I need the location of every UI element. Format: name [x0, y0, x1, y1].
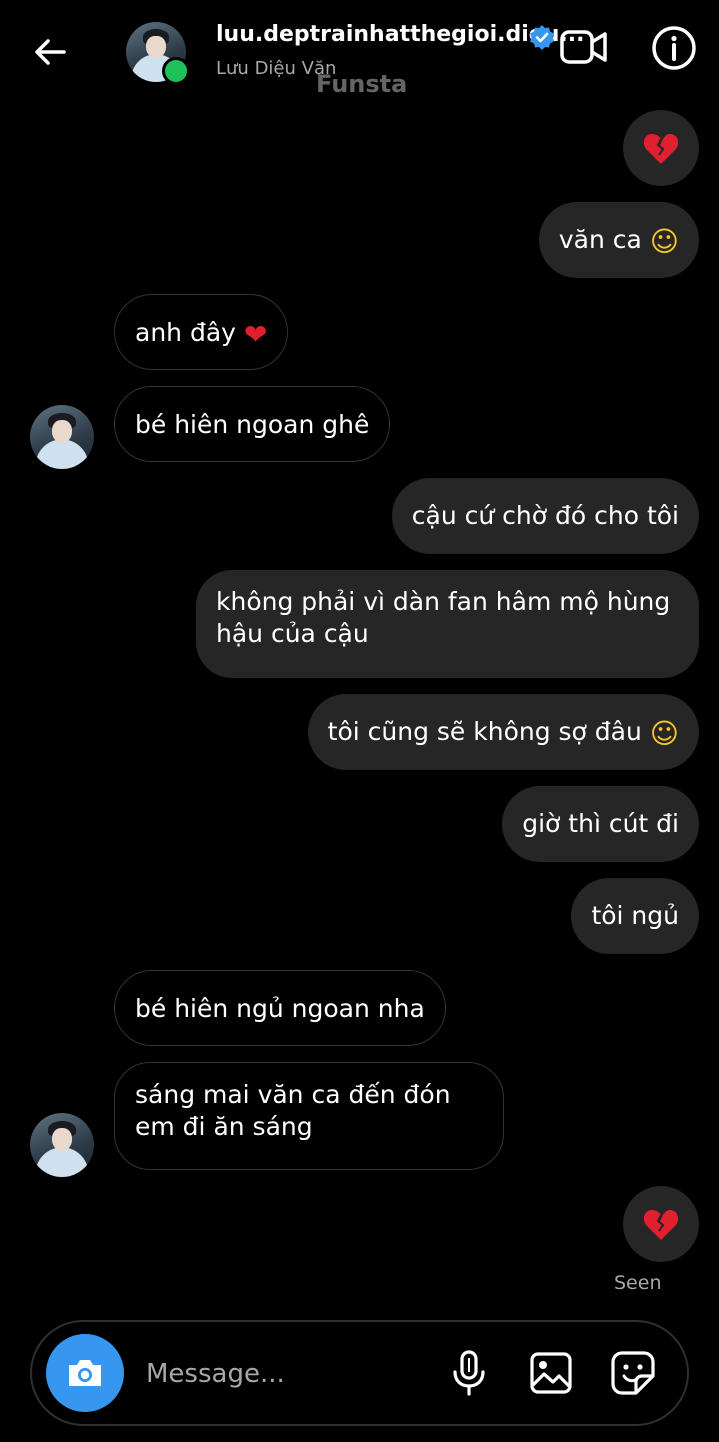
info-icon — [652, 26, 696, 70]
sender-avatar[interactable] — [30, 1113, 94, 1177]
message-bubble-outgoing[interactable]: cậu cứ chờ đó cho tôi — [391, 478, 699, 554]
message-input[interactable] — [144, 1350, 438, 1398]
video-call-button[interactable] — [558, 24, 610, 70]
message-text: anh đây — [135, 318, 236, 347]
sender-avatar[interactable] — [30, 405, 94, 469]
message-bubble-incoming[interactable]: bé hiên ngoan ghê — [114, 386, 391, 462]
video-camera-icon — [560, 30, 607, 64]
message-text: văn ca — [558, 225, 642, 254]
sticker-icon — [611, 1351, 655, 1395]
gallery-button[interactable] — [528, 1350, 574, 1396]
message-text: giờ thì cút đi — [522, 809, 679, 838]
message-bubble-incoming[interactable]: anh đây ❤ — [114, 294, 289, 370]
message-bubble-outgoing[interactable]: văn ca ☺ — [538, 202, 699, 278]
smile-emoji: ☺ — [649, 717, 679, 750]
message-bubble-outgoing[interactable]: tôi cũng sẽ không sợ đâu ☺ — [307, 694, 699, 770]
watermark: Funsta — [316, 70, 408, 98]
message-text: sáng mai văn ca đến đón em đi ăn sáng — [135, 1080, 451, 1141]
online-indicator — [162, 57, 190, 85]
message-composer — [30, 1320, 689, 1426]
message-text: tôi ngủ — [591, 901, 679, 930]
message-bubble-incoming[interactable]: bé hiên ngủ ngoan nha — [114, 970, 446, 1046]
arrow-left-icon — [35, 39, 66, 65]
message-bubble-outgoing[interactable] — [623, 110, 699, 186]
message-bubble-incoming[interactable]: sáng mai văn ca đến đón em đi ăn sáng — [114, 1062, 504, 1170]
broken-heart-icon — [643, 134, 679, 164]
message-text: không phải vì dàn fan hâm mộ hùng hậu củ… — [216, 587, 671, 648]
message-bubble-outgoing[interactable] — [623, 1186, 699, 1262]
camera-button[interactable] — [46, 1334, 124, 1412]
smile-emoji: ☺ — [649, 225, 679, 258]
voice-message-button[interactable] — [446, 1350, 492, 1396]
sticker-button[interactable] — [610, 1350, 656, 1396]
message-text: cậu cứ chờ đó cho tôi — [411, 501, 679, 530]
verified-badge-icon — [528, 24, 556, 56]
message-text: bé hiên ngủ ngoan nha — [135, 994, 425, 1023]
info-button[interactable] — [650, 24, 698, 72]
message-text: bé hiên ngoan ghê — [135, 410, 370, 439]
camera-icon — [69, 1360, 101, 1386]
red-heart-emoji: ❤ — [243, 318, 268, 351]
broken-heart-icon — [643, 1210, 679, 1240]
message-bubble-outgoing[interactable]: tôi ngủ — [571, 878, 699, 954]
message-text: tôi cũng sẽ không sợ đâu — [327, 717, 642, 746]
back-button[interactable] — [28, 30, 72, 74]
message-bubble-outgoing[interactable]: không phải vì dàn fan hâm mộ hùng hậu củ… — [196, 570, 699, 678]
seen-status: Seen — [614, 1272, 662, 1294]
message-bubble-outgoing[interactable]: giờ thì cút đi — [502, 786, 699, 862]
microphone-icon — [453, 1350, 485, 1396]
image-icon — [530, 1352, 572, 1394]
